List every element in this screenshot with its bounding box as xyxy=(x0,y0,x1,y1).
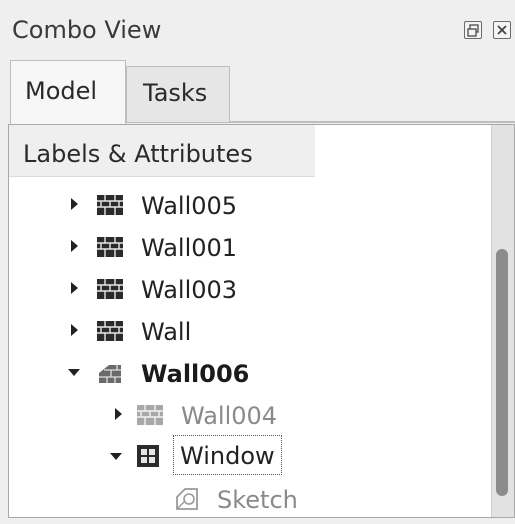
tree-item-label: Sketch xyxy=(217,486,298,514)
combo-view-panel: Combo View Tasks Model Labels & Attribut… xyxy=(0,0,515,524)
panel-title: Combo View xyxy=(12,16,162,44)
tree-item-label: Wall001 xyxy=(141,234,238,262)
scrollbar-thumb[interactable] xyxy=(496,249,508,496)
wall-icon xyxy=(99,365,121,383)
tab-tasks[interactable]: Tasks xyxy=(126,66,230,122)
collapse-arrow-icon[interactable] xyxy=(109,451,123,461)
expand-arrow-icon[interactable] xyxy=(69,281,79,295)
wall-icon xyxy=(97,279,123,299)
window-icon xyxy=(137,445,159,467)
sketch-icon xyxy=(176,488,198,510)
collapse-arrow-icon[interactable] xyxy=(67,367,81,377)
tree-item-label: Wall003 xyxy=(141,276,238,304)
header-filler xyxy=(315,125,493,177)
tree-item-label: Wall005 xyxy=(141,192,238,220)
expand-arrow-icon[interactable] xyxy=(113,407,123,421)
tree-column-header[interactable]: Labels & Attributes xyxy=(9,125,315,177)
tree-view: Labels & Attributes Wall005 Wall001 Wall… xyxy=(8,124,515,518)
tree-item-label: Window xyxy=(173,435,282,475)
vertical-scrollbar[interactable] xyxy=(491,125,514,517)
wall-icon xyxy=(97,237,123,257)
float-icon[interactable] xyxy=(464,21,482,39)
wall-icon xyxy=(137,405,163,425)
expand-arrow-icon[interactable] xyxy=(69,323,79,337)
close-icon[interactable] xyxy=(493,21,511,39)
expand-arrow-icon[interactable] xyxy=(69,239,79,253)
wall-icon xyxy=(97,321,123,341)
tree-item-label: Wall xyxy=(141,318,192,346)
tree-item-label: Wall004 xyxy=(181,402,278,430)
expand-arrow-icon[interactable] xyxy=(69,197,79,211)
wall-icon xyxy=(97,195,123,215)
tree-item-label: Wall006 xyxy=(141,360,250,388)
title-bar: Combo View xyxy=(0,0,515,58)
tab-model[interactable]: Model xyxy=(10,60,126,126)
